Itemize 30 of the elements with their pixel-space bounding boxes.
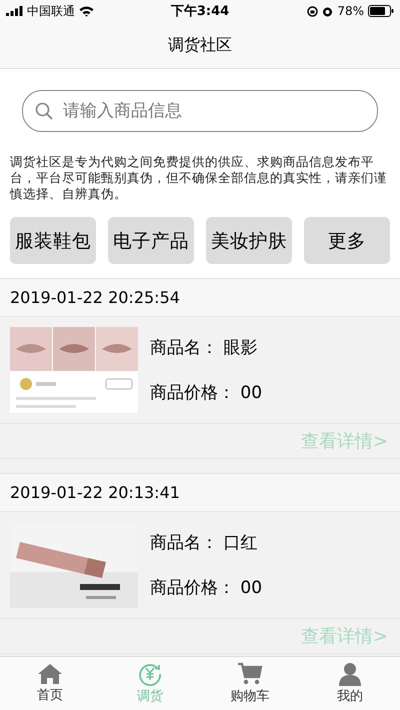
page-title: 调货社区 (168, 34, 232, 56)
post-time: 2019-01-22 20:25:54 (10, 288, 180, 307)
tab-item[interactable]: 我的 (300, 657, 400, 710)
product-name: 商品名： 口红 (150, 532, 258, 554)
battery-icon (368, 5, 394, 17)
search-icon (35, 102, 53, 120)
product-price: 商品价格： 00 (150, 577, 262, 599)
signal-icon (6, 6, 23, 16)
category-button[interactable]: 服装鞋包 (10, 217, 96, 264)
product-price: 商品价格： 00 (150, 382, 262, 404)
notice-text: 调货社区是专为代购之间免费提供的供应、求购商品信息发布平台，平台尽可能甄别真伪，但不确保全部信息的真实性，请亲们谨慎选择、自辨真伪。 (10, 154, 388, 202)
person-icon (338, 662, 362, 686)
tab-item[interactable]: 购物车 (200, 657, 300, 710)
category-button[interactable]: 更多 (304, 217, 390, 264)
post-time: 2019-01-22 20:13:41 (10, 483, 180, 502)
search-input[interactable]: 请输入商品信息 (61, 100, 365, 122)
search-bar[interactable]: 请输入商品信息 (22, 90, 378, 132)
home-icon (37, 663, 63, 685)
tab-item[interactable]: 首页 (0, 657, 100, 710)
category-button[interactable]: 电子产品 (108, 217, 194, 264)
wifi-icon (79, 6, 94, 16)
cart-icon (237, 662, 263, 686)
rotation-lock-icon (307, 6, 318, 16)
yen-cycle-icon (138, 662, 162, 686)
product-name: 商品名： 眼影 (150, 337, 258, 359)
alarm-icon (322, 6, 334, 16)
status-time: 下午3:44 (170, 3, 230, 20)
battery-percent: 78% (337, 4, 364, 18)
carrier-name: 中国联通 (27, 2, 75, 20)
category-button[interactable]: 美妆护肤 (206, 217, 292, 264)
